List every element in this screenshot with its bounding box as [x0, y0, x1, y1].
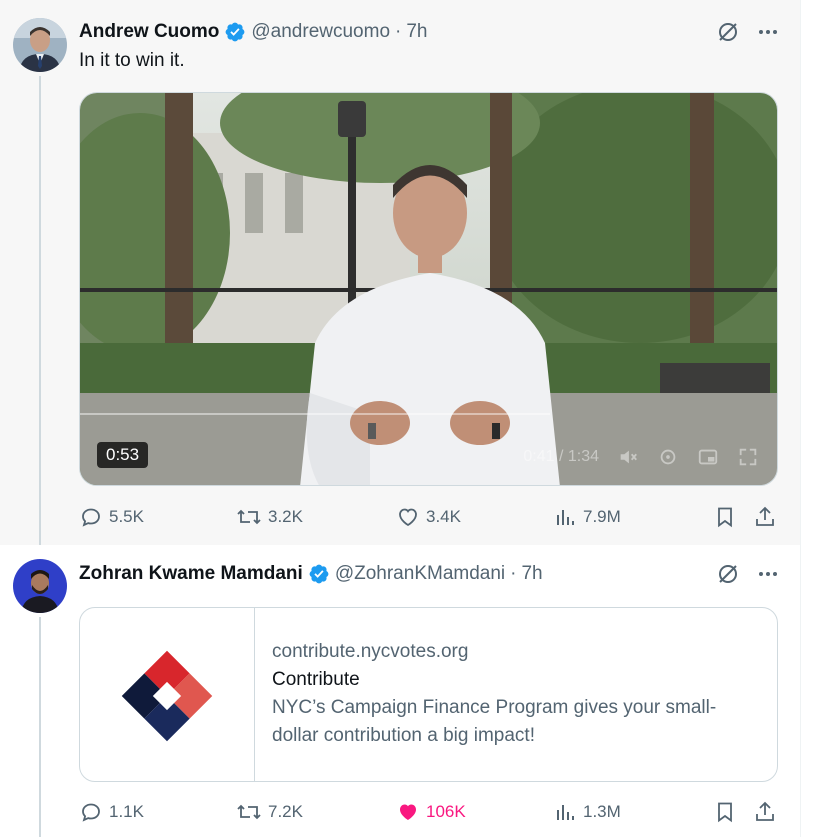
- share-button[interactable]: [753, 798, 777, 826]
- nycvotes-logo: [121, 650, 213, 741]
- like-count: 3.4K: [426, 507, 461, 526]
- card-domain: contribute.nycvotes.org: [272, 641, 469, 662]
- thread-line: [39, 617, 41, 837]
- bookmark-icon: [718, 507, 732, 528]
- avatar[interactable]: [13, 18, 67, 72]
- video-duration: 0:53: [97, 442, 149, 468]
- card-description-line: dollar contribution a big impact!: [272, 725, 535, 746]
- share-button[interactable]: [753, 503, 777, 531]
- bookmark-button[interactable]: [713, 798, 737, 826]
- views-count: 7.9M: [583, 507, 621, 526]
- card-description: NYC’s Campaign Finance Program gives you…: [272, 694, 757, 750]
- author-name[interactable]: Zohran Kwame Mamdani: [79, 563, 303, 585]
- card-title: Contribute: [272, 669, 360, 690]
- reply-icon: [82, 508, 100, 527]
- reply-count: 5.5K: [109, 507, 144, 526]
- share-icon: [756, 801, 774, 821]
- more-icon[interactable]: [756, 20, 780, 44]
- tweet-header: Zohran Kwame Mamdani @ZohranKMamdani · 7…: [79, 562, 543, 586]
- pip-icon[interactable]: [697, 446, 719, 468]
- verified-badge-icon: [225, 22, 245, 42]
- tweet-text: In it to win it.: [79, 50, 185, 71]
- like-button[interactable]: 3.4K: [396, 503, 461, 531]
- reply-button[interactable]: 1.1K: [79, 798, 144, 826]
- like-count: 106K: [426, 802, 466, 821]
- settings-icon[interactable]: [657, 446, 679, 468]
- thread-line: [39, 76, 41, 545]
- fullscreen-icon[interactable]: [737, 446, 759, 468]
- header-icons: [716, 20, 780, 44]
- repost-icon: [237, 509, 261, 525]
- timestamp[interactable]: 7h: [521, 563, 542, 585]
- reply-icon: [82, 803, 100, 822]
- card-description-line: NYC’s Campaign Finance Program gives you…: [272, 697, 717, 718]
- views-icon: [557, 805, 574, 820]
- views-icon: [557, 510, 574, 525]
- repost-button[interactable]: 3.2K: [236, 503, 303, 531]
- like-button[interactable]: 106K: [396, 798, 466, 826]
- heart-icon: [400, 804, 416, 820]
- separator-dot: ·: [510, 563, 517, 584]
- tweet-actions: 5.5K 3.2K 3.4K 7.9M: [79, 503, 778, 531]
- grok-icon[interactable]: [716, 20, 740, 44]
- views-button[interactable]: 7.9M: [553, 503, 621, 531]
- column-border: [800, 0, 801, 837]
- tweet-actions: 1.1K 7.2K 106K 1.3M: [79, 798, 778, 826]
- reply-count: 1.1K: [109, 802, 144, 821]
- repost-icon: [237, 804, 261, 820]
- repost-button[interactable]: 7.2K: [236, 798, 303, 826]
- repost-count: 7.2K: [268, 802, 303, 821]
- header-icons: [716, 562, 780, 586]
- video-player[interactable]: 0:53 0:41 / 1:34: [79, 92, 778, 486]
- author-handle[interactable]: @ZohranKMamdani: [335, 563, 505, 585]
- bookmark-icon: [718, 802, 732, 823]
- author-handle[interactable]: @andrewcuomo: [251, 21, 390, 43]
- heart-icon: [399, 508, 417, 527]
- bookmark-button[interactable]: [713, 503, 737, 531]
- grok-icon[interactable]: [716, 562, 740, 586]
- repost-count: 3.2K: [268, 507, 303, 526]
- card-thumbnail: [80, 608, 255, 781]
- video-time-readout: 0:41 / 1:34: [523, 448, 599, 465]
- video-controls-overlay: 0:41 / 1:34: [523, 446, 759, 468]
- separator-dot: ·: [395, 21, 402, 42]
- mute-icon[interactable]: [617, 446, 639, 468]
- link-card[interactable]: contribute.nycvotes.org Contribute NYC’s…: [79, 607, 778, 782]
- timestamp[interactable]: 7h: [406, 21, 427, 43]
- tweet-andrew-cuomo[interactable]: Andrew Cuomo @andrewcuomo · 7h In it to …: [0, 0, 800, 545]
- video-frame: [80, 93, 777, 485]
- avatar[interactable]: [13, 559, 67, 613]
- views-count: 1.3M: [583, 802, 621, 821]
- author-name[interactable]: Andrew Cuomo: [79, 21, 219, 43]
- reply-button[interactable]: 5.5K: [79, 503, 144, 531]
- more-icon[interactable]: [756, 562, 780, 586]
- card-body: contribute.nycvotes.org Contribute NYC’s…: [272, 638, 757, 750]
- tweet-header: Andrew Cuomo @andrewcuomo · 7h: [79, 20, 428, 44]
- share-icon: [756, 506, 774, 526]
- views-button[interactable]: 1.3M: [553, 798, 621, 826]
- tweet-zohran-mamdani[interactable]: Zohran Kwame Mamdani @ZohranKMamdani · 7…: [0, 545, 800, 837]
- verified-badge-icon: [309, 564, 329, 584]
